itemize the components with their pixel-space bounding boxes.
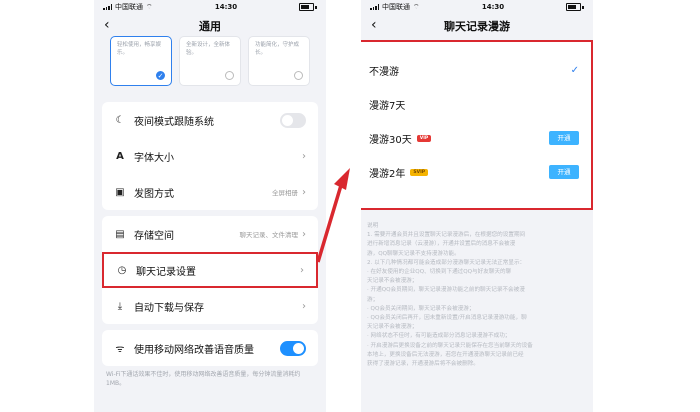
footnote-text: Wi-Fi下通话效果不佳时，使用移动网络改善语音质量，每分钟流量消耗约1MB。 [106,371,301,387]
back-icon[interactable]: ‹ [371,17,377,33]
theme-card-child[interactable]: 功能简化，守护成长。 [248,36,310,86]
explanation-line: · QQ会员关闭后再开，因未重新设置/开启消息记录漫游功能，聊 [367,315,527,322]
back-icon[interactable]: ‹ [104,17,110,33]
explanation-line: 本地上，更换设备后无法漫游，若您在开通漫游聊天记录前已经 [367,351,524,358]
row-label: 发图方式 [134,188,174,200]
row-value: 全屏相册 [272,189,298,197]
font-icon: A [116,150,124,162]
theme-card-standard[interactable]: 轻松使用，畅享娱乐。 ✓ [110,36,172,86]
wifi-icon: ⌔ [413,2,420,11]
right-screen: 中国联通 ⌔ 14:30 ‹ 聊天记录漫游 不漫游 ✓ 漫游7天 漫游30天 VI… [361,0,593,412]
clock-icon: ◷ [117,264,127,276]
image-send-row[interactable]: ▣ 发图方式 全屏相册 › [102,174,318,210]
option-label: 漫游30天 [369,134,412,146]
explanation-text: 说明 1. 需要开通会员并且设置聊天记录漫游后，在根据您的设置期间 进行新增消息记… [367,222,589,369]
battery-icon [566,3,584,11]
option-roaming-30-days[interactable]: 漫游30天 VIP 开通 [361,121,591,155]
theme-desc: 功能简化，守护成长。 [255,42,300,56]
option-label: 漫游7天 [369,100,406,112]
option-roaming-2-years[interactable]: 漫游2年 SVIP 开通 [361,155,591,189]
explanation-line: 天记录不会被漫游； [367,278,418,285]
row-value: 聊天记录、文件清理 [239,231,299,239]
signal-icon [370,4,379,10]
chevron-right-icon: › [300,264,304,276]
image-icon: ▣ [115,186,125,198]
checkmark-icon: ✓ [570,64,579,76]
storage-row[interactable]: ▤ 存储空间 聊天记录、文件清理 › [102,216,318,252]
nav-bar: ‹ 聊天记录漫游 [361,14,593,38]
signal-icon: ᯤ [115,344,125,355]
status-bar: 中国联通 ⌔ 14:30 [361,0,593,14]
chevron-right-icon: › [302,300,306,312]
radio-icon [225,71,234,80]
row-label: 聊天记录设置 [136,266,196,278]
mobile-voice-toggle[interactable] [280,340,306,356]
chevron-right-icon: › [302,186,306,198]
activate-svip-button[interactable]: 开通 [549,165,579,179]
activate-vip-button[interactable]: 开通 [549,131,579,145]
dark-mode-toggle[interactable] [280,112,306,128]
moon-icon: ☾ [115,114,125,126]
svip-badge: SVIP [410,168,429,176]
vip-badge: VIP [416,134,432,142]
theme-desc: 轻松使用，畅享娱乐。 [117,42,162,56]
page-title: 通用 [199,20,221,33]
display-settings-group: ☾ 夜间模式跟随系统 A 字体大小 › ▣ 发图方式 全屏相册 › [102,102,318,210]
font-size-row[interactable]: A 字体大小 › [102,138,318,174]
option-no-roaming[interactable]: 不漫游 ✓ [361,53,591,87]
option-label: 漫游2年 [369,168,406,180]
signal-icon [103,4,112,10]
theme-desc: 全新设计，全新体验。 [186,42,231,56]
network-settings-group: ᯤ 使用移动网络改善语音质量 [102,330,318,366]
chevron-right-icon: › [302,150,306,162]
chat-history-settings-row[interactable]: ◷ 聊天记录设置 › [102,252,318,288]
roaming-options-panel: 不漫游 ✓ 漫游7天 漫游30天 VIP 开通 漫游2年 SVIP 开通 [361,40,593,210]
theme-card-simple[interactable]: 全新设计，全新体验。 [179,36,241,86]
explanation-line: · 开启漫游后更换设备之前的聊天记录只能保存在您当前聊天的设备 [367,342,533,349]
nav-bar: ‹ 通用 [94,14,326,38]
carrier-label: 中国联通 [115,3,143,11]
explanation-line: 进行新增消息记录（云漫游），开通并设置后的消息不会被漫 [367,241,516,248]
row-label: 夜间模式跟随系统 [134,116,214,128]
explanation-line: 2. 以下几种情况都可能会造成部分漫游聊天记录无法正常显示： [367,259,526,266]
chevron-right-icon: › [302,228,306,240]
row-label: 自动下载与保存 [134,302,204,314]
left-screen: 中国联通 ⌔ 14:30 ‹ 通用 轻松使用，畅享娱乐。 ✓ 全新设计，全新体验… [94,0,326,412]
storage-settings-group: ▤ 存储空间 聊天记录、文件清理 › ◷ 聊天记录设置 › ⤓ 自动下载与保存 … [102,216,318,324]
row-label: 存储空间 [134,230,174,242]
radio-icon [294,71,303,80]
dark-mode-row[interactable]: ☾ 夜间模式跟随系统 [102,102,318,138]
explanation-line: 1. 需要开通会员并且设置聊天记录漫游后，在根据您的设置期间 [367,232,526,239]
download-icon: ⤓ [117,300,123,312]
option-label: 不漫游 [369,66,399,78]
time-label: 14:30 [481,3,505,11]
row-label: 使用移动网络改善语音质量 [134,344,254,356]
battery-icon [299,3,317,11]
page-title: 聊天记录漫游 [444,20,510,33]
status-bar: 中国联通 ⌔ 14:30 [94,0,326,14]
theme-selector: 轻松使用，畅享娱乐。 ✓ 全新设计，全新体验。 功能简化，守护成长。 [94,36,326,88]
mobile-voice-row[interactable]: ᯤ 使用移动网络改善语音质量 [102,330,318,366]
explanation-line: · 开通QQ会员期间，聊天记录漫游功能之前的聊天记录不会被漫 [367,287,525,294]
explanation-line: 游，QQ聊聊天记录不支持漫游功能。 [367,250,460,257]
row-label: 字体大小 [134,152,174,164]
checked-icon: ✓ [156,71,165,80]
explanation-line: · QQ会员关闭期间，聊天记录不会被漫游； [367,305,475,312]
explanation-title: 说明 [367,223,379,229]
option-roaming-7-days[interactable]: 漫游7天 [361,87,591,121]
explanation-line: 天记录不会被漫游； [367,324,418,331]
explanation-line: · 在好友使用的企业QQ、切换到下通过QQ与好友聊天的聊 [367,269,512,276]
storage-icon: ▤ [115,228,125,240]
wifi-icon: ⌔ [146,2,153,11]
explanation-line: 获得了漫游记录，开通漫游后将不会被删除。 [367,361,479,368]
time-label: 14:30 [214,3,238,11]
auto-download-row[interactable]: ⤓ 自动下载与保存 › [102,288,318,324]
carrier-label: 中国联通 [382,3,410,11]
explanation-line: 游； [367,296,379,303]
explanation-line: · 网络状态不佳时，有可能造成部分消息记录漫游不成功； [367,333,511,340]
